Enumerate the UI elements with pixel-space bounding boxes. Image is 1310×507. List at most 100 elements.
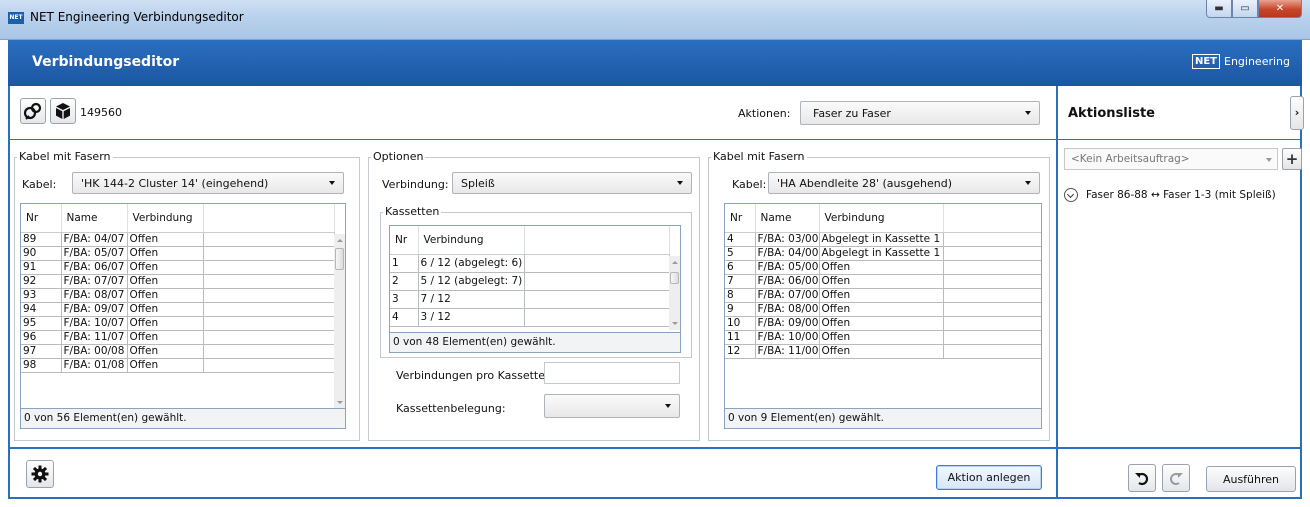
table-row[interactable]: 93 F/BA: 08/07 Offen — [21, 287, 335, 303]
chevron-down-icon — [665, 404, 671, 408]
kassetten-table[interactable]: Nr Verbindung 16 / 12 (abgelegt: 6) 25 /… — [389, 225, 681, 353]
table-row[interactable]: 6 F/BA: 05/00 Offen — [725, 259, 1041, 275]
table-row[interactable]: 94 F/BA: 09/07 Offen — [21, 301, 335, 317]
scroll-thumb[interactable] — [670, 272, 679, 284]
expand-icon[interactable] — [1064, 188, 1078, 202]
left-fiber-table[interactable]: Nr Name Verbindung 89 F/BA: 04/07 Offen 90… — [20, 203, 346, 429]
right-kabel-select[interactable]: 'HA Abendleite 28' (ausgehend) — [768, 172, 1040, 194]
redo-button[interactable] — [1162, 464, 1190, 492]
table-row[interactable]: 12 F/BA: 11/00 Offen — [725, 343, 1041, 359]
scroll-down-icon[interactable] — [337, 401, 343, 404]
action-list-item[interactable]: Faser 86-88 ↔ Faser 1-3 (mit Spleiß) — [1064, 188, 1276, 202]
brand-logo: NET — [1191, 54, 1220, 69]
undo-icon — [1135, 472, 1149, 486]
table-row[interactable]: 96 F/BA: 11/07 Offen — [21, 329, 335, 345]
arbeitsauftrag-select[interactable]: <Kein Arbeitsauftrag> — [1064, 148, 1278, 170]
undo-button[interactable] — [1128, 464, 1156, 492]
app-icon: NET — [8, 12, 24, 24]
column-header-nr[interactable]: Nr — [21, 204, 62, 233]
panel-divider — [1056, 86, 1058, 499]
window-controls: ▬ ▭ ✕ — [1206, 0, 1302, 18]
verbindung-select[interactable]: Spleiß — [452, 172, 692, 194]
column-header-verbindung[interactable]: Verbindung — [127, 204, 204, 233]
table-row[interactable]: 7 F/BA: 06/00 Offen — [725, 273, 1041, 289]
window-titlebar: NET NET Engineering Verbindungseditor ▬ … — [0, 0, 1310, 40]
arbeitsauftrag-placeholder: <Kein Arbeitsauftrag> — [1071, 153, 1190, 165]
chevron-down-icon — [1025, 111, 1031, 115]
toolbar-divider — [8, 139, 1058, 140]
column-header-nr[interactable]: Nr — [725, 204, 756, 233]
kassetten-scrollbar[interactable] — [669, 256, 680, 330]
left-kabel-select[interactable]: 'HK 144-2 Cluster 14' (eingehend) — [72, 172, 344, 194]
right-kabel-value: 'HA Abendleite 28' (ausgehend) — [777, 176, 952, 190]
table-row[interactable]: 97 F/BA: 00/08 Offen — [21, 343, 335, 359]
window-title: NET Engineering Verbindungseditor — [30, 10, 244, 24]
chevron-down-icon — [1266, 158, 1272, 162]
minimize-button[interactable]: ▬ — [1206, 0, 1232, 18]
column-header-verbindung[interactable]: Verbindung — [819, 204, 944, 233]
column-header-name[interactable]: Name — [61, 204, 128, 233]
left-table-scrollbar[interactable] — [334, 234, 345, 409]
kassettenbelegung-select[interactable] — [544, 394, 680, 418]
scroll-down-icon[interactable] — [672, 322, 678, 325]
collapse-panel-button[interactable]: › — [1290, 96, 1304, 130]
column-header-verbindung[interactable]: Verbindung — [418, 226, 525, 255]
options-group-title: Optionen — [371, 150, 426, 163]
left-group-title: Kabel mit Fasern — [17, 150, 113, 163]
scroll-up-icon[interactable] — [337, 239, 343, 242]
right-group-title: Kabel mit Fasern — [711, 150, 807, 163]
box-icon — [56, 103, 70, 119]
brand-name: Engineering — [1224, 55, 1290, 68]
table-row[interactable]: 4 F/BA: 03/00 Abgelegt in Kassette 1 — [725, 231, 1041, 247]
table-row[interactable]: 98 F/BA: 01/08 Offen — [21, 357, 335, 373]
right-table-footer: 0 von 9 Element(en) gewählt. — [725, 408, 1041, 428]
table-header-row: Nr Verbindung — [390, 226, 670, 255]
table-row[interactable]: 37 / 12 — [390, 289, 670, 309]
scroll-up-icon[interactable] — [672, 261, 678, 264]
table-row[interactable]: 5 F/BA: 04/00 Abgelegt in Kassette 1 — [725, 245, 1041, 261]
column-header-nr[interactable]: Nr — [390, 226, 419, 255]
execute-button[interactable]: Ausführen — [1206, 466, 1296, 492]
add-arbeitsauftrag-button[interactable]: + — [1282, 148, 1302, 170]
kassetten-title: Kassetten — [383, 205, 442, 218]
table-row[interactable]: 10 F/BA: 09/00 Offen — [725, 315, 1041, 331]
left-kabel-label: Kabel: — [22, 178, 57, 191]
table-row[interactable]: 95 F/BA: 10/07 Offen — [21, 315, 335, 331]
table-row[interactable]: 25 / 12 (abgelegt: 7) — [390, 271, 670, 291]
right-fiber-table[interactable]: Nr Name Verbindung 4 F/BA: 03/00 Abgelegt … — [724, 203, 1042, 429]
create-action-button[interactable]: Aktion anlegen — [936, 465, 1042, 490]
table-row[interactable]: 89 F/BA: 04/07 Offen — [21, 231, 335, 247]
table-row[interactable]: 11 F/BA: 10/00 Offen — [725, 329, 1041, 345]
table-header-row: Nr Name Verbindung — [725, 204, 1041, 233]
table-row[interactable]: 16 / 12 (abgelegt: 6) — [390, 253, 670, 273]
chevron-down-icon — [1025, 181, 1031, 185]
chevron-down-icon — [677, 181, 683, 185]
maximize-button[interactable]: ▭ — [1232, 0, 1258, 18]
kassettenbelegung-label: Kassettenbelegung: — [396, 402, 506, 415]
left-kabel-value: 'HK 144-2 Cluster 14' (eingehend) — [81, 176, 269, 190]
aktionen-select[interactable]: Faser zu Faser — [800, 101, 1040, 125]
settings-icon — [31, 465, 49, 483]
table-row[interactable]: 91 F/BA: 06/07 Offen — [21, 259, 335, 275]
pro-kassette-label: Verbindungen pro Kassette: — [396, 369, 549, 382]
column-header-name[interactable]: Name — [755, 204, 820, 233]
scroll-thumb[interactable] — [335, 248, 344, 270]
close-button[interactable]: ✕ — [1258, 0, 1302, 18]
table-row[interactable]: 8 F/BA: 07/00 Offen — [725, 287, 1041, 303]
table-header-row: Nr Name Verbindung — [21, 204, 335, 233]
table-row[interactable]: 9 F/BA: 08/00 Offen — [725, 301, 1041, 317]
action-item-label: Faser 86-88 ↔ Faser 1-3 (mit Spleiß) — [1086, 189, 1276, 201]
page-title: Verbindungseditor — [32, 54, 180, 70]
network-button[interactable] — [20, 98, 46, 124]
table-row[interactable]: 92 F/BA: 07/07 Offen — [21, 273, 335, 289]
aktionen-value: Faser zu Faser — [813, 106, 891, 120]
network-icon — [23, 102, 42, 120]
settings-button[interactable] — [26, 460, 54, 488]
box-button[interactable] — [50, 98, 76, 124]
table-row[interactable]: 90 F/BA: 05/07 Offen — [21, 245, 335, 261]
table-row[interactable]: 43 / 12 — [390, 307, 670, 327]
verbindung-label: Verbindung: — [382, 178, 449, 191]
verbindung-value: Spleiß — [461, 176, 495, 190]
bottom-divider — [8, 447, 1302, 449]
pro-kassette-input[interactable] — [544, 362, 680, 384]
